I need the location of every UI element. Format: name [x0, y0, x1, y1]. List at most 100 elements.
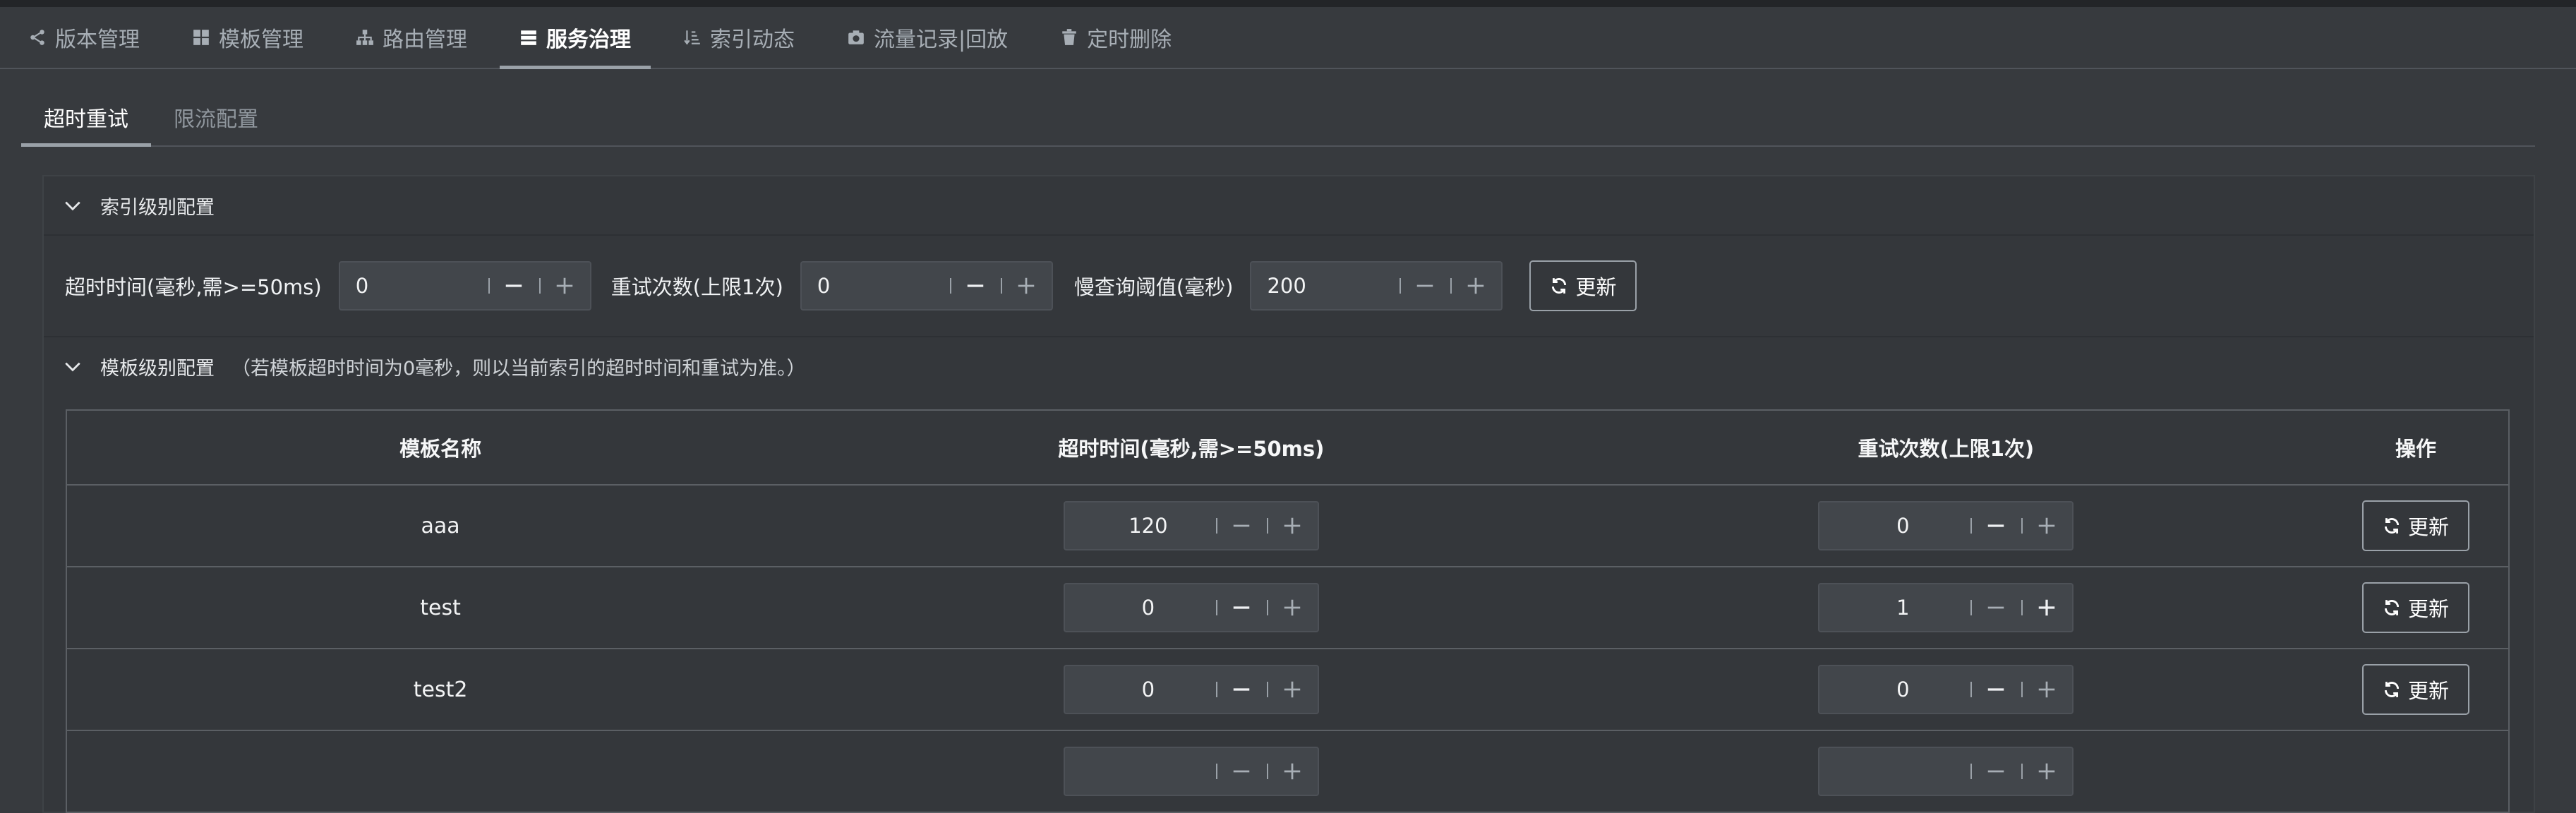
- increment-button[interactable]: [2021, 584, 2072, 631]
- retry-cell: 1: [1568, 567, 2324, 649]
- retry-cell: [1568, 730, 2324, 813]
- tab-traffic-record[interactable]: 流量记录|回放: [827, 7, 1028, 68]
- template-name: test2: [66, 649, 814, 731]
- increment-button[interactable]: [1266, 502, 1318, 549]
- minus-icon: [1417, 284, 1433, 287]
- increment-button[interactable]: [2021, 666, 2072, 713]
- plus-icon: [2039, 599, 2055, 616]
- tab-label: 版本管理: [55, 28, 140, 52]
- decrement-button[interactable]: [1970, 666, 2021, 713]
- row-retry-value[interactable]: 0: [1819, 514, 1970, 538]
- row-timeout-value[interactable]: 0: [1065, 596, 1216, 620]
- increment-button[interactable]: [1266, 666, 1318, 713]
- share-icon: [28, 28, 47, 47]
- decrement-button[interactable]: [1970, 748, 2021, 795]
- minus-icon: [1233, 606, 1250, 609]
- template-name: test: [66, 567, 814, 649]
- increment-button[interactable]: [1450, 263, 1501, 309]
- row-refresh-button[interactable]: 更新: [2362, 664, 2470, 715]
- refresh-icon: [2384, 600, 2400, 615]
- timeout-stepper[interactable]: 0: [338, 261, 591, 311]
- subtab-rate-limit[interactable]: 限流配置: [151, 89, 281, 145]
- plus-icon: [2039, 763, 2055, 780]
- tab-scheduled-delete[interactable]: 定时删除: [1040, 7, 1191, 68]
- minus-icon: [1988, 770, 2004, 773]
- table-row: aaa 120 0 更新: [66, 485, 2509, 567]
- decrement-button[interactable]: [1215, 666, 1267, 713]
- subtab-timeout-retry[interactable]: 超时重试: [21, 89, 151, 147]
- row-refresh-button[interactable]: 更新: [2362, 500, 2470, 551]
- timeout-label: 超时时间(毫秒,需>=50ms): [65, 275, 322, 299]
- timeout-cell: 0: [814, 649, 1569, 731]
- increment-button[interactable]: [538, 263, 590, 309]
- retry-stepper[interactable]: 0: [800, 261, 1053, 311]
- column-header: 模板名称: [66, 410, 814, 486]
- minus-icon: [1988, 688, 2004, 691]
- row-timeout-stepper[interactable]: 0: [1063, 665, 1319, 714]
- decrement-button[interactable]: [1970, 584, 2021, 631]
- tab-route-management[interactable]: 路由管理: [336, 7, 487, 68]
- tab-template-management[interactable]: 模板管理: [172, 7, 323, 68]
- action-cell: 更新: [2323, 649, 2509, 731]
- tab-version-management[interactable]: 版本管理: [8, 7, 160, 68]
- governance-panel: 索引级别配置 超时时间(毫秒,需>=50ms) 0 重试次数(上限1次) 0 慢…: [42, 175, 2535, 813]
- decrement-button[interactable]: [1215, 584, 1267, 631]
- refresh-icon: [2384, 518, 2400, 534]
- row-retry-stepper[interactable]: 1: [1818, 583, 2074, 632]
- index-refresh-button[interactable]: 更新: [1529, 260, 1637, 311]
- row-retry-stepper[interactable]: 0: [1818, 665, 2074, 714]
- plus-icon: [1284, 599, 1301, 616]
- decrement-button[interactable]: [1215, 748, 1267, 795]
- row-retry-stepper[interactable]: 0: [1818, 501, 2074, 550]
- table-header-row: 模板名称 超时时间(毫秒,需>=50ms) 重试次数(上限1次) 操作: [66, 410, 2509, 486]
- increment-button[interactable]: [1000, 263, 1052, 309]
- row-timeout-stepper[interactable]: 0: [1063, 583, 1319, 632]
- index-section-header[interactable]: 索引级别配置: [44, 176, 2534, 236]
- template-section-header[interactable]: 模板级别配置 （若模板超时时间为0毫秒，则以当前索引的超时时间和重试为准。）: [44, 337, 2534, 395]
- tab-service-governance[interactable]: 服务治理: [500, 7, 651, 69]
- row-retry-stepper[interactable]: [1818, 747, 2074, 796]
- slow-query-label: 慢查询阈值(毫秒): [1073, 275, 1234, 299]
- retry-value[interactable]: 0: [802, 274, 950, 298]
- increment-button[interactable]: [1266, 584, 1318, 631]
- sub-tab-bar: 超时重试 限流配置: [21, 89, 2535, 147]
- increment-button[interactable]: [2021, 748, 2072, 795]
- tab-label: 路由管理: [383, 28, 467, 52]
- increment-button[interactable]: [2021, 502, 2072, 549]
- tab-index-dynamics[interactable]: 索引动态: [663, 7, 814, 68]
- camera-icon: [847, 28, 865, 47]
- increment-button[interactable]: [1266, 748, 1318, 795]
- table-row: test 0 1 更新: [66, 567, 2509, 649]
- decrement-button[interactable]: [1970, 502, 2021, 549]
- decrement-button[interactable]: [488, 263, 539, 309]
- template-name: aaa: [66, 485, 814, 567]
- decrement-button[interactable]: [949, 263, 1001, 309]
- chevron-down-icon: [65, 362, 80, 372]
- decrement-button[interactable]: [1215, 502, 1267, 549]
- retry-cell: 0: [1568, 649, 2324, 731]
- column-header: 重试次数(上限1次): [1568, 410, 2324, 486]
- plus-icon: [2039, 681, 2055, 698]
- row-timeout-stepper[interactable]: [1063, 747, 1319, 796]
- trash-icon: [1060, 28, 1078, 47]
- row-timeout-stepper[interactable]: 120: [1063, 501, 1319, 550]
- action-cell: 更新: [2323, 567, 2509, 649]
- row-refresh-button[interactable]: 更新: [2362, 582, 2470, 633]
- plus-icon: [2039, 517, 2055, 534]
- timeout-value[interactable]: 0: [340, 274, 488, 298]
- refresh-label: 更新: [1575, 275, 1617, 299]
- index-section-title: 索引级别配置: [100, 196, 215, 219]
- slow-query-value[interactable]: 200: [1251, 274, 1400, 298]
- row-timeout-value[interactable]: 120: [1065, 514, 1216, 538]
- row-retry-value[interactable]: 1: [1819, 596, 1970, 620]
- refresh-icon: [1552, 278, 1567, 294]
- decrement-button[interactable]: [1400, 263, 1450, 309]
- main-tab-bar: 版本管理 模板管理 路由管理 服务治理 索引动态 流量记录|回放 定时删除: [0, 7, 2576, 69]
- slow-query-stepper[interactable]: 200: [1250, 261, 1503, 311]
- plus-icon: [1018, 277, 1035, 294]
- minus-icon: [967, 284, 984, 287]
- row-retry-value[interactable]: 0: [1819, 678, 1970, 701]
- sitemap-icon: [356, 28, 374, 47]
- row-timeout-value[interactable]: 0: [1065, 678, 1216, 701]
- tab-label: 定时删除: [1087, 28, 1172, 52]
